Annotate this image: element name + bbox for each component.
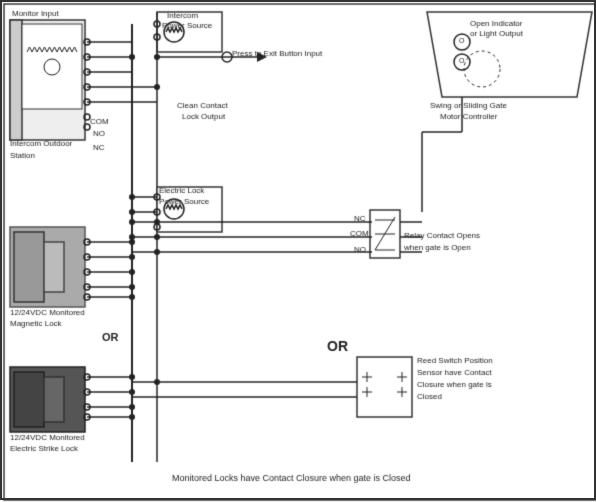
- wiring-diagram: [0, 0, 596, 500]
- diagram-canvas: [2, 2, 596, 502]
